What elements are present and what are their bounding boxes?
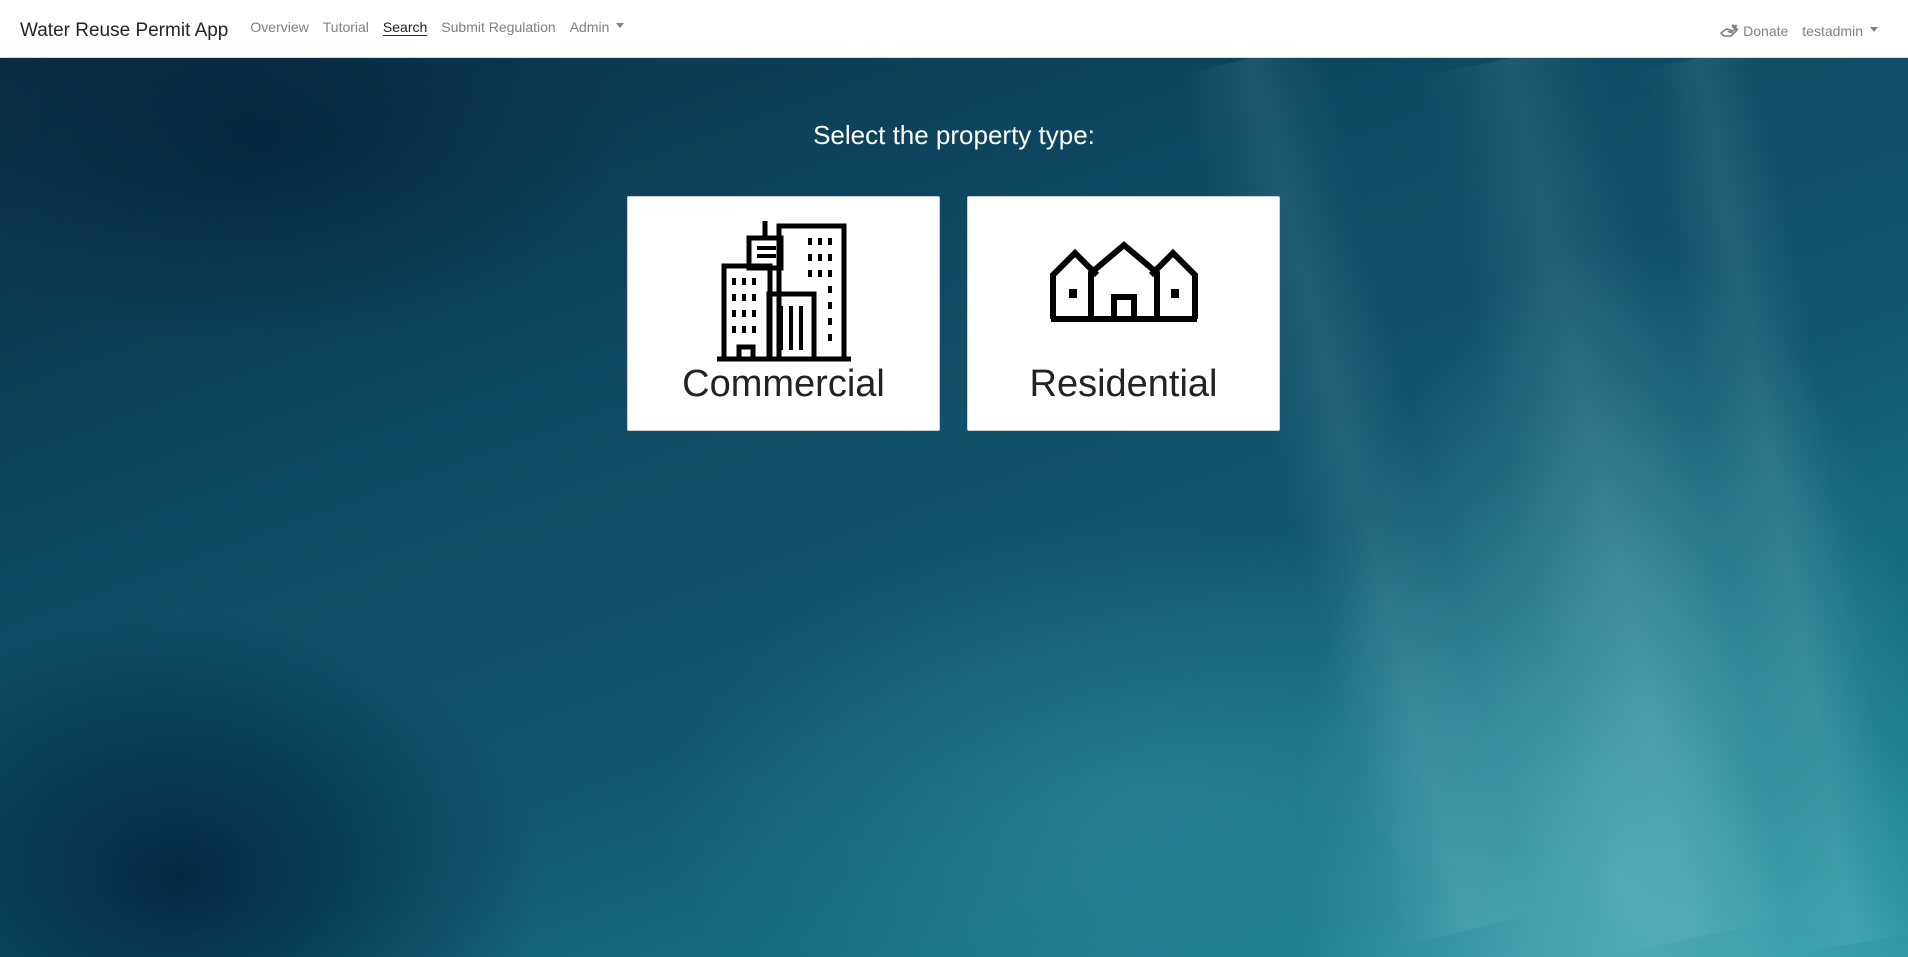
- light-streak: [1182, 41, 1536, 948]
- donate-link[interactable]: Donate: [1720, 23, 1788, 39]
- houses-icon: [968, 241, 1279, 323]
- nav-right: Donate testadmin: [1720, 23, 1888, 39]
- commercial-label: Commercial: [682, 363, 885, 405]
- light-streak: [1421, 39, 1785, 957]
- username-label: testadmin: [1802, 22, 1863, 39]
- chevron-down-icon: [616, 23, 625, 29]
- nav-overview-link[interactable]: Overview: [250, 19, 308, 35]
- page-background: [0, 39, 1908, 957]
- nav-tutorial-link[interactable]: Tutorial: [323, 19, 369, 35]
- top-navbar: Water Reuse Permit App Overview Tutorial…: [0, 0, 1908, 58]
- nav-search-link[interactable]: Search: [383, 19, 427, 35]
- property-type-prompt: Select the property type:: [813, 120, 1095, 150]
- nav-admin-dropdown[interactable]: Admin: [570, 19, 625, 35]
- hand-holding-heart-icon: [1720, 24, 1739, 37]
- nav-submit-regulation-link[interactable]: Submit Regulation: [441, 19, 555, 35]
- admin-label: Admin: [569, 18, 610, 35]
- residential-option-card[interactable]: Residential: [967, 196, 1280, 431]
- chevron-down-icon: [1870, 27, 1878, 33]
- app-brand-link[interactable]: Water Reuse Permit App: [20, 20, 228, 42]
- commercial-option-card[interactable]: Commercial: [627, 196, 940, 431]
- office-buildings-icon: [628, 214, 939, 364]
- donate-label: Donate: [1743, 22, 1789, 39]
- light-streak: [1640, 47, 1908, 954]
- nav-links: Overview Tutorial Search Submit Regulati…: [250, 19, 638, 37]
- user-menu-dropdown[interactable]: testadmin: [1802, 23, 1878, 39]
- residential-label: Residential: [1029, 363, 1218, 405]
